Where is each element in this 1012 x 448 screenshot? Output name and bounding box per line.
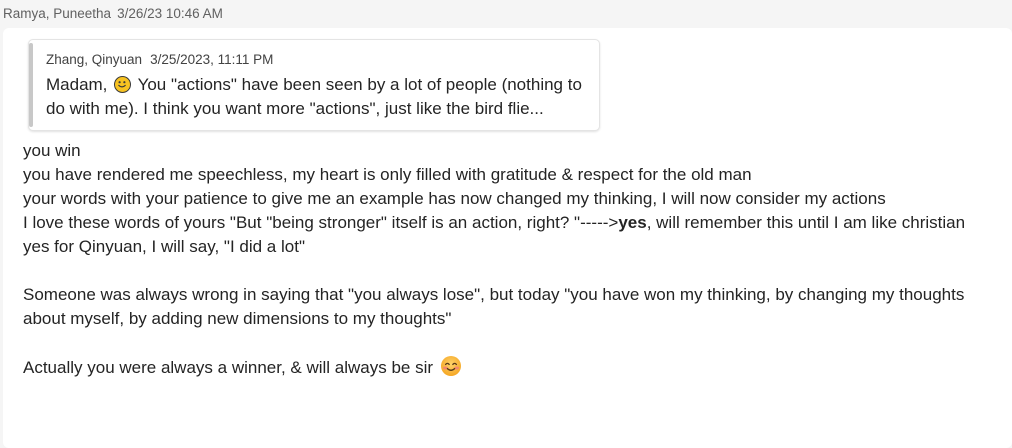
closing-text: Actually you were always a winner, & wil… [23,358,434,377]
message-line: your words with your patience to give me… [23,189,886,208]
message-line: you have rendered me speechless, my hear… [23,165,752,184]
quote-bar [29,43,33,127]
bold-yes: yes [618,213,647,232]
message-timestamp: 3/26/23 10:46 AM [117,6,223,21]
slightly-smiling-face-icon [114,76,132,93]
smiling-face-with-smiling-eyes-icon [440,356,461,376]
quote-author: Zhang, Qinyuan [46,52,143,67]
quote-text: Madam, You "actions" have been seen by a… [46,73,591,121]
message-bubble[interactable]: Zhang, Qinyuan 3/25/2023, 11:11 PM Madam,… [3,28,1012,448]
message-line: yes for Qinyuan, I will say, "I did a lo… [23,237,305,256]
quoted-message[interactable]: Zhang, Qinyuan 3/25/2023, 11:11 PM Madam,… [28,39,600,131]
quote-timestamp: 3/25/2023, 11:11 PM [150,52,274,67]
message-line: you win [23,141,81,160]
message-paragraph: Someone was always wrong in saying that … [23,285,965,328]
quote-text-start: Madam, [46,75,108,94]
message-header: Ramya, Puneetha 3/26/23 10:46 AM [3,6,223,21]
message-body: you win you have rendered me speechless,… [23,139,1008,380]
message-closing: Actually you were always a winner, & wil… [23,355,1008,380]
line4-suffix: , will remember this until I am like chr… [646,213,966,232]
sender-name[interactable]: Ramya, Puneetha [3,6,111,21]
quote-header: Zhang, Qinyuan 3/25/2023, 11:11 PM [46,52,273,67]
line4-prefix: I love these words of yours "But "being … [23,213,619,232]
message-line-quote: I love these words of yours "But "being … [23,211,1008,235]
